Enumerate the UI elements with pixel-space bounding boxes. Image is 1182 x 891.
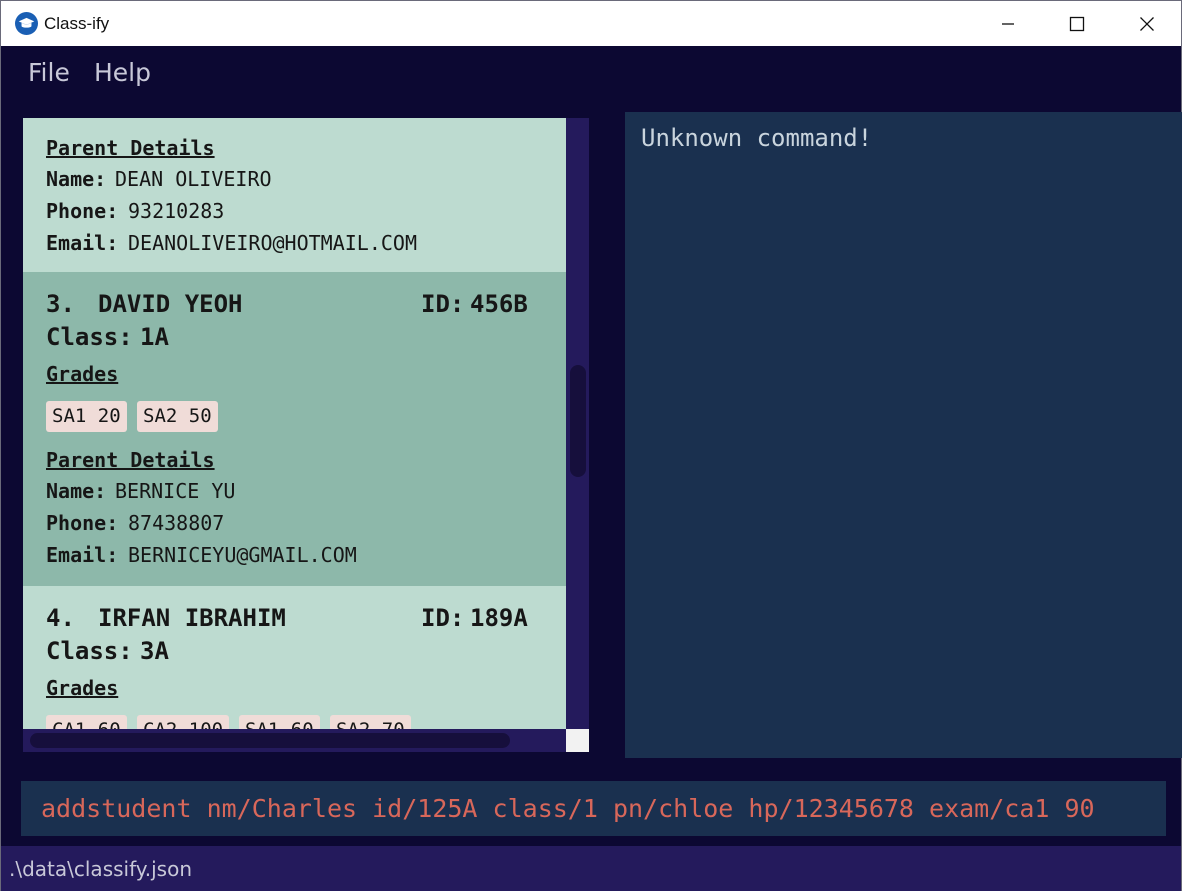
parent-email-value: BERNICEYU@GMAIL.COM [128,543,357,567]
command-box[interactable] [21,781,1166,836]
grades-heading: Grades [46,362,119,386]
maximize-button[interactable] [1042,1,1112,46]
close-icon [1140,16,1154,31]
title-bar[interactable]: Class-ify [1,1,1181,46]
parent-phone-value: 93210283 [128,199,225,223]
student-class-value: 3A [140,637,169,665]
student-list[interactable]: Parent Details Name: DEAN OLIVEIRO Phone… [23,118,566,729]
data-file-path: .\data\classify.json [9,857,193,881]
student-card-selected[interactable]: 3. DAVID YEOH ID: 456B Class: 1A Grades … [23,272,566,586]
student-index: 3. [46,290,75,318]
student-class-label: Class: [46,323,133,351]
horizontal-scrollbar-thumb[interactable] [30,733,510,748]
maximize-icon [1069,16,1085,31]
student-class-label: Class: [46,637,133,665]
parent-email-label: Email: [46,543,119,567]
grade-chip: CA1 60 [46,715,127,729]
grade-chip: SA1 20 [46,401,127,432]
status-bar: .\data\classify.json [1,846,1181,891]
menu-bar: File Help [1,46,1181,101]
parent-phone-label: Phone: [46,199,119,223]
grade-chip: SA2 50 [137,401,218,432]
parent-name-value: BERNICE YU [115,479,236,503]
student-id-label: ID: [421,604,465,632]
parent-name-value: DEAN OLIVEIRO [115,167,272,191]
minimize-icon [1002,22,1014,25]
student-id-value: 456B [470,290,528,318]
result-message: Unknown command! [641,124,873,152]
scrollbar-corner [566,729,589,752]
app-window: Class-ify File Help Parent Details Name:… [0,0,1182,891]
grade-chip: SA1 60 [239,715,320,729]
parent-phone-value: 87438807 [128,511,225,535]
window-title: Class-ify [44,14,110,33]
student-class-value: 1A [140,323,169,351]
parent-name-label: Name: [46,167,107,191]
graduation-cap-icon [15,12,38,35]
student-id-label: ID: [421,290,465,318]
parent-email-label: Email: [46,231,119,255]
student-card[interactable]: 4. IRFAN IBRAHIM ID: 189A Class: 3A Grad… [23,586,566,729]
result-display[interactable]: Unknown command! [625,112,1182,758]
grades-heading: Grades [46,676,119,700]
menu-file[interactable]: File [28,58,70,87]
student-name: IRFAN IBRAHIM [98,604,286,632]
student-card[interactable]: Parent Details Name: DEAN OLIVEIRO Phone… [23,118,566,272]
parent-details-heading: Parent Details [46,136,215,160]
parent-phone-label: Phone: [46,511,119,535]
parent-name-label: Name: [46,479,107,503]
parent-email-value: DEANOLIVEIRO@HOTMAIL.COM [128,231,417,255]
grade-chip: SA2 70 [330,715,411,729]
grade-chip: CA2 100 [137,715,230,729]
student-index: 4. [46,604,75,632]
student-name: DAVID YEOH [98,290,243,318]
menu-help[interactable]: Help [94,58,151,87]
parent-details-heading: Parent Details [46,448,215,472]
student-id-value: 189A [470,604,528,632]
close-button[interactable] [1112,1,1182,46]
student-list-panel[interactable]: Parent Details Name: DEAN OLIVEIRO Phone… [23,118,589,752]
vertical-scrollbar-thumb[interactable] [570,365,586,477]
command-input[interactable] [21,781,1166,836]
minimize-button[interactable] [973,1,1043,46]
